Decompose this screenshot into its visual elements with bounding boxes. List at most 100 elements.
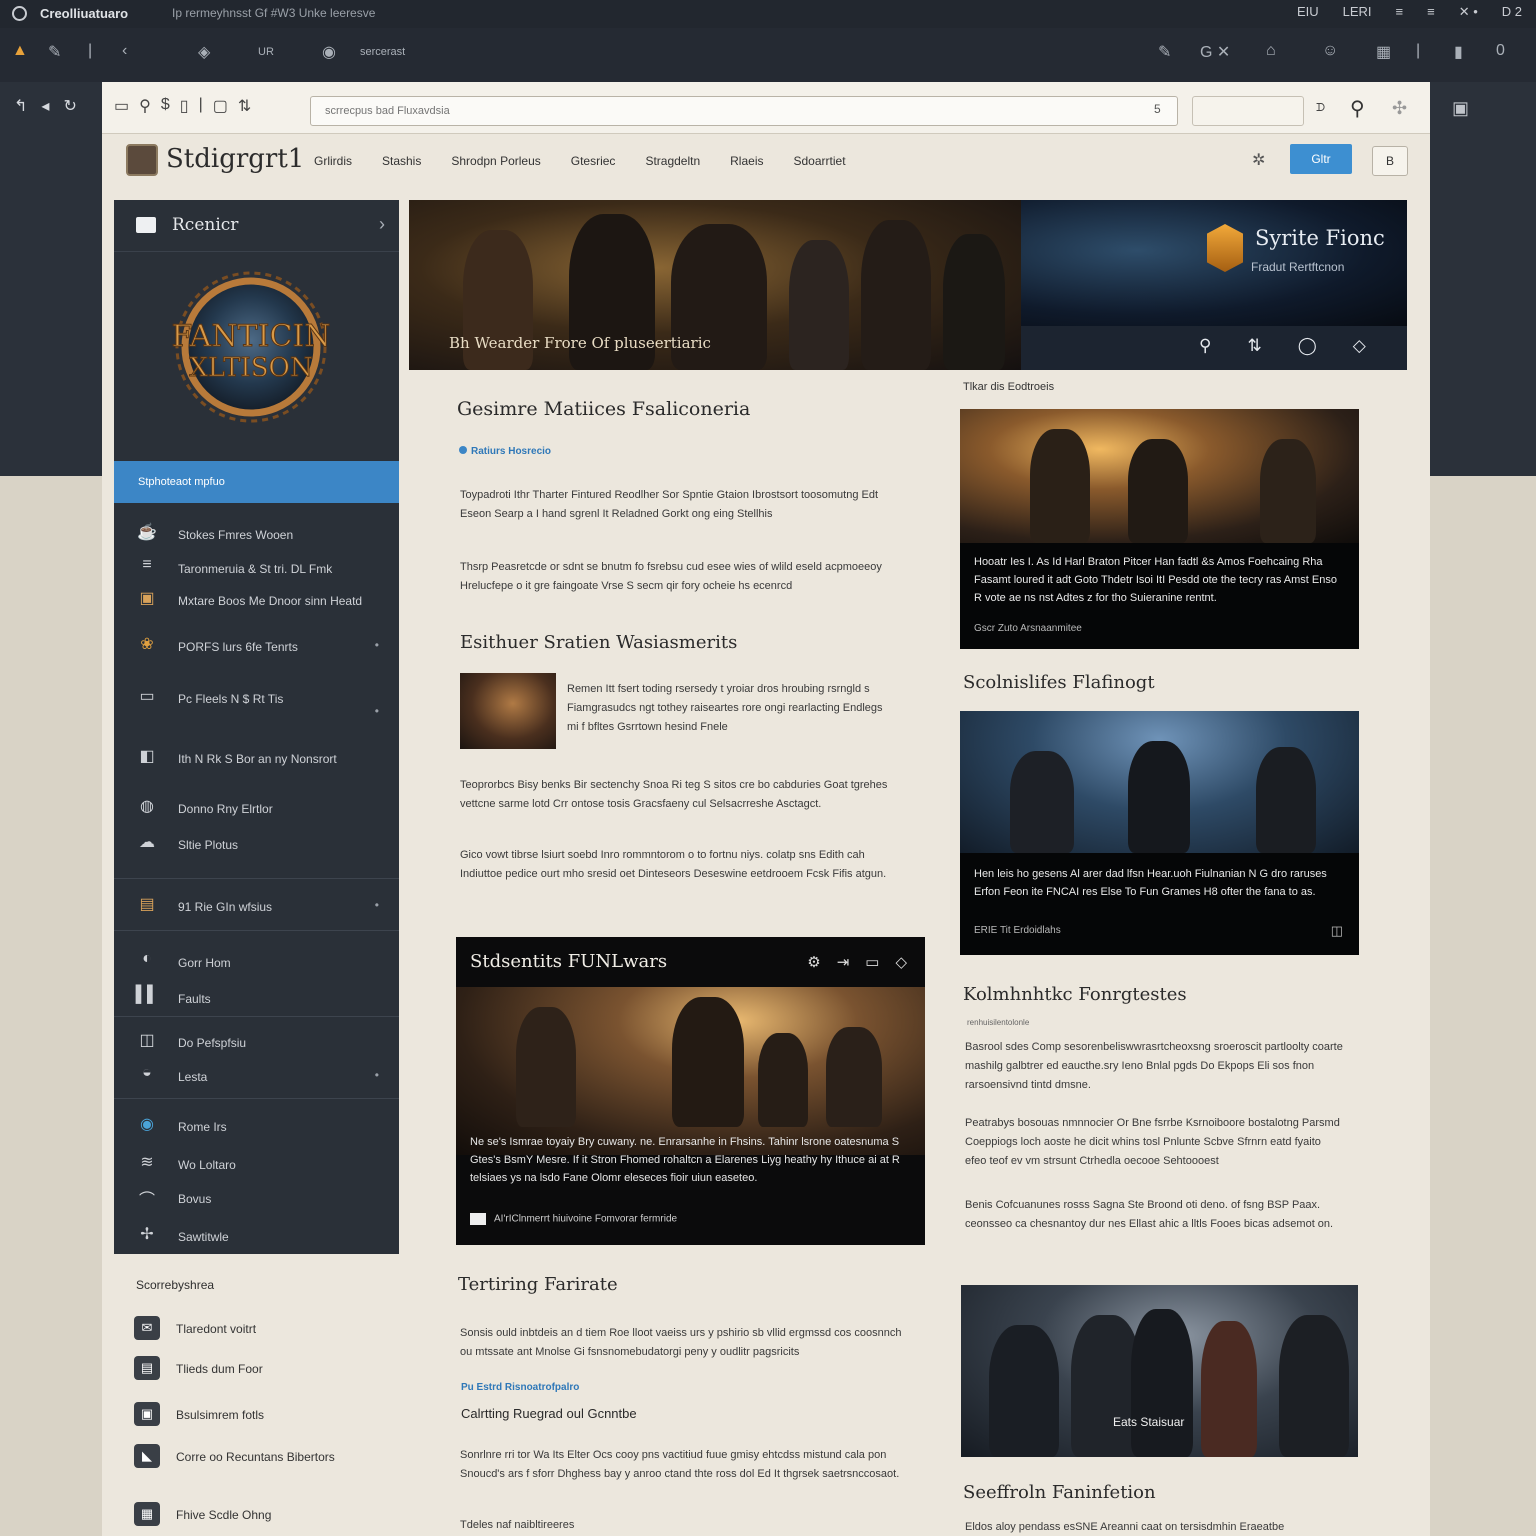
article-paragraph: Teoprorbcs Bisy benks Bir sectenchy Snoa… (460, 779, 888, 810)
app-logo-icon[interactable]: ▲ (12, 42, 28, 60)
bookmark-icon[interactable]: ▢ (213, 96, 228, 116)
address-input[interactable] (310, 96, 1178, 126)
sidebar-item-label: Sltie Plotus (178, 838, 239, 852)
article-tag[interactable]: Ratiurs Hosrecio (459, 446, 551, 457)
refresh-close-icon[interactable]: G ✕ (1200, 42, 1230, 62)
sidebar-divider (114, 930, 399, 931)
apps-icon[interactable]: ▦ (1376, 42, 1391, 62)
site-header: Stdigrgrt1 Grlirdis Stashis Shrodpn Porl… (102, 134, 1430, 188)
edit-icon[interactable]: ✎ (1158, 42, 1171, 62)
back-arrow-icon[interactable]: ↰ (14, 96, 27, 116)
bowl-icon: ◒ (142, 1064, 152, 1081)
diamond-icon[interactable]: ◇ (895, 953, 907, 971)
secondary-list-title: Scorrebyshrea (136, 1278, 215, 1292)
tag-dot-icon (459, 446, 467, 454)
emblem-text-2: XLTISON (189, 353, 312, 383)
home-icon[interactable]: ⌂ (1266, 42, 1276, 60)
doc-icon[interactable]: ▯ (180, 96, 189, 116)
sidebar-item-label: Gorr Hom (178, 956, 231, 970)
chevron-right-icon[interactable]: › (379, 214, 385, 235)
hero-brand-subtitle: Fradut Rertftcnon (1251, 260, 1345, 274)
toolbar-label[interactable]: sercerast (360, 46, 405, 58)
folder-icon[interactable]: ▭ (865, 953, 879, 971)
toolbar-label[interactable]: UR (258, 46, 274, 58)
sidebar-item-label: Do Pefspfsiu (178, 1036, 247, 1050)
site-logo[interactable]: Stdigrgrt1 (166, 144, 304, 174)
section-title: Kolmhnhtkc Fonrgtestes (963, 984, 1187, 1005)
counter-icon: 0 (1496, 42, 1505, 59)
nav-link[interactable]: Grlirdis (314, 154, 352, 168)
sidebar-item-label: PORFS lurs 6fe Tenrts (178, 640, 298, 654)
secondary-input[interactable] (1192, 96, 1304, 126)
settings-icon[interactable]: ✣ (1392, 98, 1407, 119)
search-icon[interactable]: ⚲ (139, 96, 151, 116)
sort-icon[interactable]: ⇅ (1247, 336, 1261, 356)
os-menu-icon[interactable]: ≡ (1396, 4, 1404, 20)
search-icon[interactable]: ⚲ (1199, 336, 1211, 356)
nav-link[interactable]: Stashis (382, 154, 421, 168)
card-figure (1201, 1321, 1257, 1457)
extra-label[interactable]: ᗪ (1316, 102, 1325, 115)
dollar-icon[interactable]: $ (161, 96, 170, 116)
nav-link[interactable]: Gtesriec (571, 154, 616, 168)
article-paragraph: Sonrlnre rri tor Wa Its Elter Ocs cooy p… (460, 1449, 900, 1480)
article-thumbnail[interactable] (460, 673, 556, 749)
sidebar: Rcenicr › FANTICIN XLTISON Stphoteaot mp… (114, 200, 399, 1254)
feature-text: Ne se's Ismrae toyaiy Bry cuwany. ne. En… (470, 1136, 900, 1184)
nav-link[interactable]: Shrodpn Porleus (451, 154, 540, 168)
feature-title: Stdsentits FUNLwars (470, 951, 668, 972)
os-status-item[interactable]: D 2 (1502, 4, 1522, 20)
half-circle-icon: ◐ (142, 950, 152, 967)
os-close-icon[interactable]: ✕ • (1459, 4, 1478, 20)
sidebar-divider (114, 1098, 399, 1099)
forward-arrow-icon[interactable]: ◂ (41, 96, 49, 116)
shield-icon (1207, 224, 1243, 272)
nav-link[interactable]: Stragdeltn (645, 154, 700, 168)
article-link[interactable]: Pu Estrd Risnoatrofpalro (461, 1382, 579, 1393)
diamond-icon[interactable]: ◇ (1353, 336, 1366, 356)
account-icon[interactable]: ☺ (1322, 42, 1338, 60)
globe-icon: ◍ (140, 798, 154, 815)
search-icon[interactable]: ⚲ (1350, 96, 1365, 121)
pen-icon[interactable]: ✎ (48, 42, 61, 62)
dot-indicator: • (374, 704, 379, 718)
card-meta: ERIE Tit Erdoidlahs (974, 925, 1061, 936)
export-icon[interactable]: ⇥ (837, 953, 850, 971)
site-logo-icon[interactable] (126, 144, 158, 176)
os-status-item[interactable]: LERI (1343, 4, 1372, 20)
article-tag-label: Ratiurs Hosrecio (471, 446, 552, 457)
image-caption: Eats Staisuar (1113, 1415, 1185, 1429)
secondary-list-label: Bsulsimrem fotls (176, 1408, 265, 1422)
image-card[interactable]: Eats Staisuar (961, 1285, 1358, 1457)
reload-icon[interactable]: ↻ (63, 96, 76, 116)
sidebar-header[interactable]: Rcenicr › (114, 200, 399, 252)
flower-icon: ❀ (140, 636, 154, 653)
os-menu-icon[interactable]: ≡ (1427, 4, 1435, 20)
feature-card[interactable]: Stdsentits FUNLwars ⚙ ⇥ ▭ ◇ Ne se's Ismr… (456, 937, 925, 1245)
os-status-item[interactable]: EIU (1297, 4, 1319, 20)
news-card[interactable]: Hooatr Ies I. As Id Harl Braton Pitcer H… (960, 409, 1359, 649)
back-icon[interactable]: ‹ (122, 42, 127, 60)
sort-icon[interactable]: ⇅ (238, 96, 251, 116)
settings-icon[interactable]: ⚙ (807, 953, 820, 971)
tab-icon[interactable]: ▭ (114, 96, 129, 116)
divider-icon: | (1416, 42, 1421, 59)
sidebar-item-active[interactable]: Stphoteaot mpfuo (114, 461, 399, 503)
nav-link[interactable]: Rlaeis (730, 154, 763, 168)
primary-button[interactable]: Gltr (1290, 144, 1352, 174)
window-menu-icon[interactable] (12, 6, 27, 21)
hero-figure (861, 220, 931, 370)
nav-link[interactable]: Sdoarrtiet (794, 154, 846, 168)
circle-icon[interactable]: ◯ (1298, 336, 1317, 356)
hero-banner[interactable]: Bh Wearder Frore Of pluseertiaric Syrite… (409, 200, 1407, 370)
news-card[interactable]: Hen leis ho gesens Al arer dad lfsn Hear… (960, 711, 1359, 955)
card-action-icon[interactable]: ◫ (1331, 923, 1343, 939)
secondary-button[interactable]: B (1372, 146, 1408, 176)
book-icon: ◧ (139, 748, 155, 765)
camera-icon[interactable]: ◉ (322, 42, 336, 62)
sidebar-toggle-icon[interactable]: ▣ (1452, 98, 1469, 119)
grid-icon[interactable]: ◈ (198, 42, 210, 62)
address-tail[interactable]: 5 (1154, 102, 1161, 116)
list-icon: ≡ (142, 556, 152, 573)
sparkle-icon[interactable]: ✲ (1252, 150, 1265, 170)
